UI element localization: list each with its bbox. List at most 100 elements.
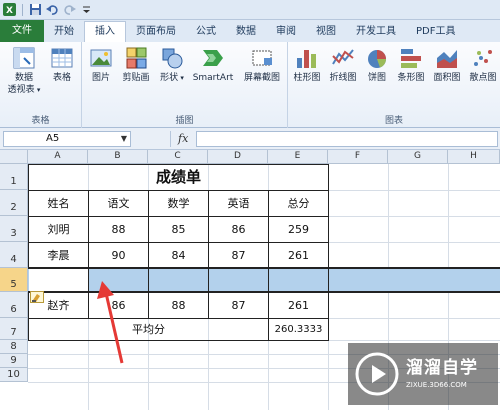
group-illustrations-label: 插图 — [175, 116, 194, 126]
column-header-b[interactable]: B — [88, 150, 148, 164]
row-header-7[interactable]: 7 — [0, 318, 28, 340]
cell-b4[interactable]: 90 — [88, 242, 149, 268]
scatter-chart-label: 散点图 — [469, 73, 497, 83]
insert-function-icon[interactable]: fx — [178, 132, 188, 145]
pie-chart-label: 饼图 — [367, 73, 386, 83]
watermark: 溜溜自学 ZIXUE.3D66.COM — [348, 343, 498, 405]
redo-icon[interactable] — [63, 3, 76, 16]
clipart-label: 剪贴画 — [122, 73, 150, 83]
row-header-4[interactable]: 4 — [0, 242, 28, 268]
area-chart-button[interactable]: 面积图 — [430, 46, 464, 84]
cell-a3[interactable]: 刘明 — [28, 216, 89, 243]
header-english[interactable]: 英语 — [208, 190, 269, 217]
row-header-5[interactable]: 5 — [0, 268, 28, 292]
excel-icon: X — [3, 3, 16, 16]
name-box-dropdown-icon[interactable]: ▼ — [121, 132, 127, 146]
table-border — [88, 269, 89, 291]
ribbon-tabs: 文件 开始 插入 页面布局 公式 数据 审阅 视图 开发工具 PDF工具 — [0, 20, 500, 42]
tab-formulas[interactable]: 公式 — [186, 22, 226, 42]
cell-a4[interactable]: 李晨 — [28, 242, 89, 268]
header-name[interactable]: 姓名 — [28, 190, 89, 217]
row-header-2[interactable]: 2 — [0, 190, 28, 216]
quick-access-toolbar: X — [0, 0, 500, 20]
smartart-label: SmartArt — [192, 73, 234, 83]
row-header-1[interactable]: 1 — [0, 164, 28, 190]
formula-input[interactable] — [196, 131, 498, 147]
scatter-chart-button[interactable]: 散点图 — [466, 46, 500, 84]
table-border — [328, 269, 329, 291]
line-chart-button[interactable]: 折线图 — [326, 46, 360, 84]
tab-page-layout[interactable]: 页面布局 — [126, 22, 186, 42]
column-header-e[interactable]: E — [268, 150, 328, 164]
column-chart-icon — [295, 46, 319, 70]
header-chinese[interactable]: 语文 — [88, 190, 149, 217]
row-header-9[interactable]: 9 — [0, 354, 28, 368]
shapes-icon — [160, 46, 184, 70]
clipart-button[interactable]: 剪贴画 — [118, 46, 154, 84]
pivot-table-label-2: 透视表 — [7, 85, 35, 95]
tab-insert[interactable]: 插入 — [84, 21, 126, 42]
customize-qat-icon[interactable] — [80, 3, 93, 16]
save-icon[interactable] — [29, 3, 42, 16]
row-header-3[interactable]: 3 — [0, 216, 28, 242]
cell-c4[interactable]: 84 — [148, 242, 209, 268]
column-header-g[interactable]: G — [388, 150, 448, 164]
ribbon-insert: 数据 透视表 ▾ 表格 表格 图片 剪贴画 形状 ▾ SmartArt 屏幕截图… — [0, 42, 500, 128]
row-header-6[interactable]: 6 — [0, 292, 28, 318]
column-chart-button[interactable]: 柱形图 — [290, 46, 324, 84]
cell-c3[interactable]: 85 — [148, 216, 209, 243]
cell-c6[interactable]: 88 — [148, 292, 209, 319]
active-cell-a5[interactable] — [29, 269, 88, 291]
header-total[interactable]: 总分 — [268, 190, 329, 217]
tab-home[interactable]: 开始 — [44, 22, 84, 42]
tab-review[interactable]: 审阅 — [266, 22, 306, 42]
cell-b3[interactable]: 88 — [88, 216, 149, 243]
scatter-chart-icon — [471, 46, 495, 70]
insert-options-icon[interactable] — [30, 291, 44, 303]
average-value[interactable]: 260.3333 — [268, 318, 329, 341]
shapes-label: 形状 — [160, 73, 179, 83]
tab-data[interactable]: 数据 — [226, 22, 266, 42]
play-logo-icon — [355, 352, 399, 396]
cell-e3[interactable]: 259 — [268, 216, 329, 243]
table-button[interactable]: 表格 — [46, 46, 78, 84]
column-chart-label: 柱形图 — [293, 73, 321, 83]
average-label[interactable]: 平均分 — [28, 318, 269, 341]
column-header-c[interactable]: C — [148, 150, 208, 164]
column-header-a[interactable]: A — [28, 150, 88, 164]
table-border — [148, 269, 149, 291]
bar-chart-button[interactable]: 条形图 — [394, 46, 428, 84]
row-header-10[interactable]: 10 — [0, 368, 28, 382]
group-charts: 柱形图 折线图 饼图 条形图 面积图 散点图 图表 — [288, 42, 500, 128]
svg-text:X: X — [6, 6, 13, 16]
cell-d6[interactable]: 87 — [208, 292, 269, 319]
name-box[interactable]: A5 ▼ — [3, 131, 131, 147]
shapes-button[interactable]: 形状 ▾ — [156, 46, 188, 84]
column-header-d[interactable]: D — [208, 150, 268, 164]
row-header-8[interactable]: 8 — [0, 340, 28, 354]
header-math[interactable]: 数学 — [148, 190, 209, 217]
cell-d4[interactable]: 87 — [208, 242, 269, 268]
red-arrow-annotation — [97, 281, 124, 364]
tab-file[interactable]: 文件 — [0, 20, 44, 42]
screenshot-button[interactable]: 屏幕截图 — [238, 46, 286, 84]
picture-button[interactable]: 图片 — [86, 46, 116, 84]
pie-chart-button[interactable]: 饼图 — [362, 46, 392, 84]
cell-e4[interactable]: 261 — [268, 242, 329, 268]
sheet-title[interactable]: 成绩单 — [28, 164, 329, 191]
cell-d3[interactable]: 86 — [208, 216, 269, 243]
tab-developer[interactable]: 开发工具 — [346, 22, 406, 42]
group-charts-label: 图表 — [384, 116, 403, 126]
watermark-url: ZIXUE.3D66.COM — [406, 381, 467, 389]
pivot-table-button[interactable]: 数据 透视表 ▾ — [4, 46, 44, 96]
pivot-table-label-1: 数据 — [14, 73, 33, 83]
column-header-f[interactable]: F — [328, 150, 388, 164]
column-header-h[interactable]: H — [448, 150, 500, 164]
smartart-button[interactable]: SmartArt — [190, 46, 236, 84]
cell-e6[interactable]: 261 — [268, 292, 329, 319]
pivot-table-icon — [12, 46, 36, 70]
tab-view[interactable]: 视图 — [306, 22, 346, 42]
tab-pdf-tools[interactable]: PDF工具 — [406, 22, 465, 42]
undo-icon[interactable] — [46, 3, 59, 16]
select-all-corner[interactable] — [0, 150, 28, 164]
